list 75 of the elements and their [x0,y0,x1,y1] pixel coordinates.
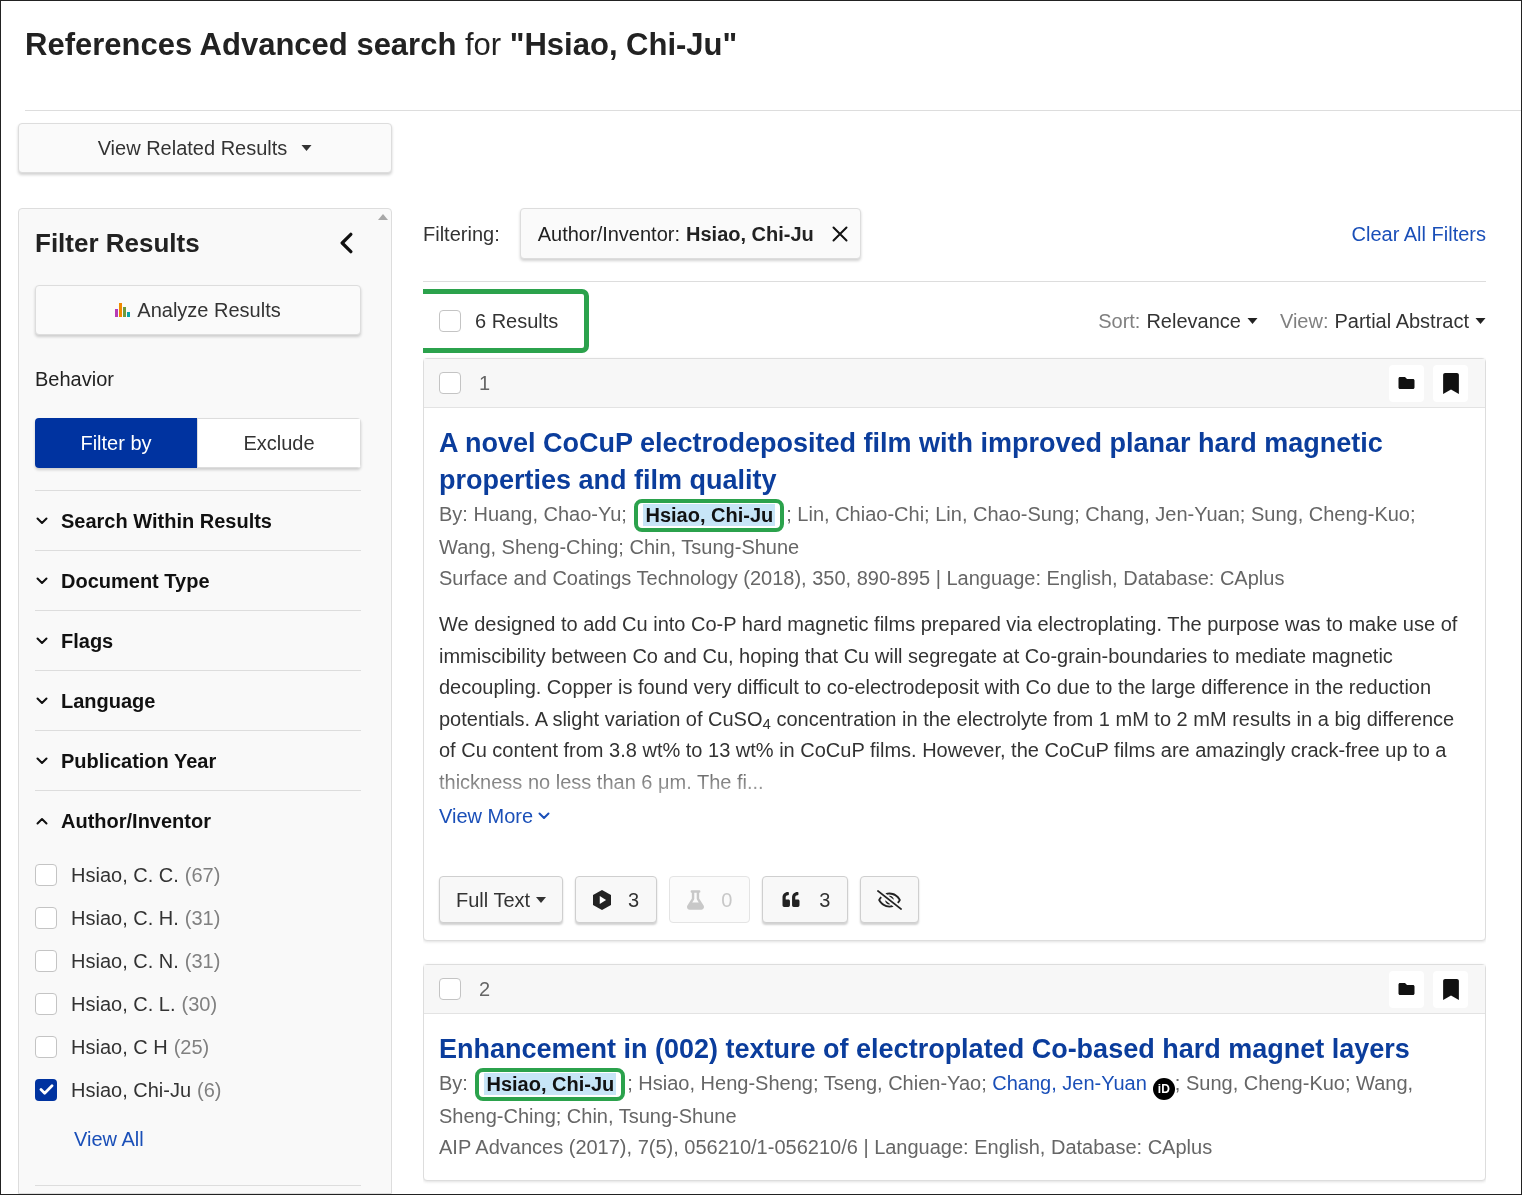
filter-chip-label: Author/Inventor: Hsiao, Chi-Ju [537,221,814,247]
caret-icon [301,145,313,151]
analyze-results-button[interactable]: Analyze Results [35,285,361,335]
source-info: AIP Advances (2017), 7(5), 056210/1-056210/6 | Language: English, Database: CAplus [439,1135,1214,1161]
author-link[interactable]: Chang, Jen-Yuan [992,1072,1147,1095]
author-option[interactable]: Hsiao, C. N. (31) [71,945,221,976]
accordion-header[interactable]: Author/Inventor [35,791,361,850]
substances-count-button[interactable]: 3 [575,876,658,924]
result-checkbox[interactable] [439,978,461,1001]
author-checkbox[interactable] [35,1035,57,1058]
abstract-text: We designed to add Cu into Co-P hard magnetic films prepared via electroplating. The purpose was to make use of immiscibility between Co and Cu, hoping that Cu will segregate at Co-grain-boundaries to mediate magnetic decoupling. Copper is found very difficult to co-electrodeposit with Co due to the large difference in the reduction potentials. A slight variation of CuSO$_{4}$ concentration in the electrolyte from 1 mM to 2 mM results in a big difference of Cu content from 3.8 wt% to 13 wt% in CoCuP films. However, the CoCuP films are amazingly crack-free up to a thickness no less than 6 μm. The fi... [439,612,1459,795]
accordion-header[interactable]: Search Within Results [35,491,361,550]
bookmark-button[interactable] [1433,970,1468,1008]
folder-icon [1396,375,1417,391]
accordion-header[interactable]: Publication Year [35,731,361,790]
page-title: References Advanced search for "Hsiao, Chi-Ju" [24,26,739,64]
bookmark-icon [1442,978,1459,1000]
full-text-button[interactable]: Full Text [439,876,564,924]
author-checkbox[interactable] [35,992,57,1015]
author-option[interactable]: Hsiao, Chi-Ju (6) [71,1074,222,1105]
behavior-label: Behavior [35,367,115,392]
bar-chart-icon [115,303,131,317]
accordion-header[interactable]: Language [35,671,361,730]
author-checkbox[interactable] [35,863,57,886]
author-option[interactable]: Hsiao, C. C. (67) [71,859,221,890]
result-number: 1 [479,371,491,396]
select-all-checkbox[interactable] [439,310,461,332]
clear-all-filters-link[interactable]: Clear All Filters [1351,218,1486,249]
eye-slash-icon [877,889,903,910]
id-badge: iD [1152,1078,1175,1101]
author-list: By: Huang, Chao-Yu; Hsiao, Chi-Ju ; Lin, Chiao-Chi; Lin, Chao-Sung; Chang, Jen-Yuan; Sung, Cheng-Kuo; Wang, Sheng-Ching; Chin, Tsung-Shune [439,499,1470,564]
filter-panel-title: Filter Results [35,226,200,260]
accordion-header[interactable]: Flags [35,611,361,670]
result-checkbox[interactable] [439,372,461,394]
author-option[interactable]: Hsiao, C. L. (30) [71,988,218,1019]
author-list: By: Hsiao, Chi-Ju ; Hsiao, Heng-Sheng; Tseng, Chien-Yao; Chang, Jen-Yuan iD ; Sung, Cheng-Kuo; Wang, Sheng-Ching; Chin, Tsung-Shune [439,1068,1470,1133]
source-info: Surface and Coatings Technology (2018), 350, 890-895 | Language: English, Database: CAplus [439,566,1286,592]
folder-button[interactable] [1389,970,1424,1008]
chevron-left-icon[interactable] [340,232,353,254]
chevron-down-icon [538,812,551,821]
sort-dropdown[interactable]: Sort: Relevance [1098,306,1258,336]
behavior-toggle[interactable]: Filter by [35,418,197,468]
citations-count-button[interactable]: 3 [762,876,849,924]
result-number: 2 [479,977,491,1003]
flask-icon [687,889,705,910]
folder-button[interactable] [1389,364,1424,402]
result-title-link[interactable]: A novel CoCuP electrodeposited film with improved planar hard magnetic properties and film quality [439,425,1470,499]
bookmark-icon [1442,372,1459,394]
caret-icon [1246,318,1258,324]
filter-label: Filtering: [423,221,500,247]
view-dropdown[interactable]: View: Partial Abstract [1279,306,1486,336]
checkmark-icon [38,1084,54,1095]
hexagon-icon [593,889,612,910]
behavior-toggle[interactable]: Exclude [197,418,361,468]
author-checkbox[interactable] [35,949,57,972]
author-option[interactable]: Hsiao, C H (25) [71,1031,210,1062]
close-icon[interactable] [831,225,848,242]
author-option[interactable]: Hsiao, C. H. (31) [71,902,221,933]
results-count: 6 Results [475,309,559,334]
quote-icon [780,891,803,909]
accordion-header[interactable]: Document Type [35,551,361,610]
view-related-results-button[interactable]: View Related Results [18,123,392,173]
folder-icon [1396,981,1417,998]
author-checkbox[interactable] [35,906,57,929]
caret-icon [536,896,547,903]
hide-button[interactable] [860,876,920,924]
result-title-link[interactable]: Enhancement in (002) texture of electroplated Co-based hard magnet layers [439,1031,1470,1069]
highlighted-author: Hsiao, Chi-Ju [643,504,776,527]
view-more-link[interactable]: View More [439,801,551,832]
scroll-arrow-icon [378,214,388,220]
highlighted-author: Hsiao, Chi-Ju [484,1073,617,1096]
caret-icon [1475,318,1486,324]
author-checkbox[interactable] [35,1078,57,1101]
view-all-link[interactable]: View All [74,1117,144,1160]
bookmark-button[interactable] [1433,364,1468,402]
